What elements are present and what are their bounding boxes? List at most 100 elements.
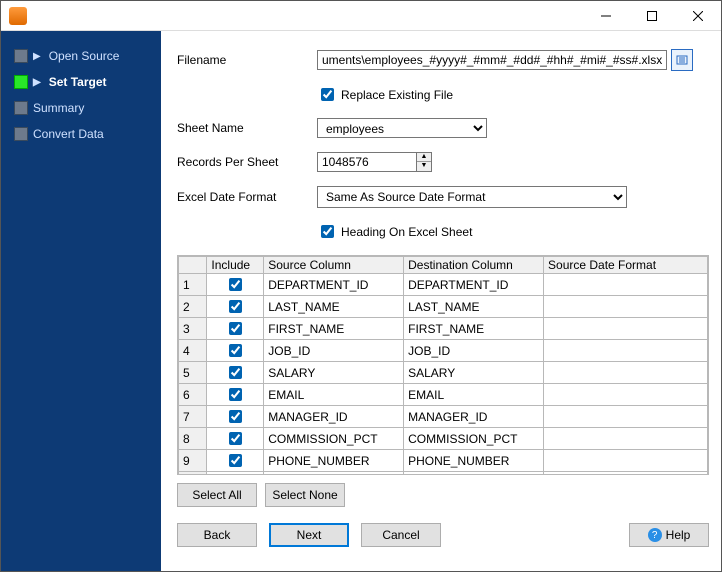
source-column-cell[interactable]: JOB_ID bbox=[264, 340, 404, 362]
include-cell[interactable] bbox=[207, 384, 264, 406]
source-column-cell[interactable]: EMAIL bbox=[264, 384, 404, 406]
destination-column-cell[interactable]: PHONE_NUMBER bbox=[404, 450, 544, 472]
row-number: 5 bbox=[179, 362, 207, 384]
row-number: 10 bbox=[179, 472, 207, 476]
include-checkbox[interactable] bbox=[229, 278, 242, 291]
include-cell[interactable] bbox=[207, 362, 264, 384]
include-checkbox[interactable] bbox=[229, 432, 242, 445]
include-cell[interactable] bbox=[207, 472, 264, 476]
include-cell[interactable] bbox=[207, 428, 264, 450]
destination-column-cell[interactable]: DEPARTMENT_ID bbox=[404, 274, 544, 296]
maximize-icon bbox=[647, 11, 657, 21]
title-bar bbox=[1, 1, 721, 31]
include-checkbox[interactable] bbox=[229, 344, 242, 357]
sidebar-item-set-target[interactable]: ▶Set Target bbox=[1, 69, 161, 95]
select-none-button[interactable]: Select None bbox=[265, 483, 345, 507]
wizard-window: ▶Open Source▶Set TargetSummaryConvert Da… bbox=[0, 0, 722, 572]
next-button[interactable]: Next bbox=[269, 523, 349, 547]
table-row: 2LAST_NAMELAST_NAME bbox=[179, 296, 708, 318]
table-row: 10 EMPLOYEE_IDEMPLOYEE_ID bbox=[179, 472, 708, 476]
minimize-button[interactable] bbox=[583, 1, 629, 31]
column-header[interactable]: Source Date Format bbox=[544, 257, 708, 274]
destination-column-cell[interactable]: COMMISSION_PCT bbox=[404, 428, 544, 450]
back-button[interactable]: Back bbox=[177, 523, 257, 547]
include-cell[interactable] bbox=[207, 340, 264, 362]
help-icon: ? bbox=[648, 528, 662, 542]
destination-column-cell[interactable]: LAST_NAME bbox=[404, 296, 544, 318]
row-number: 7 bbox=[179, 406, 207, 428]
chevron-right-icon: ▶ bbox=[33, 51, 41, 62]
chevron-right-icon: ▶ bbox=[33, 77, 41, 88]
destination-column-cell[interactable]: FIRST_NAME bbox=[404, 318, 544, 340]
sidebar-item-summary[interactable]: Summary bbox=[1, 95, 161, 121]
help-button[interactable]: ? Help bbox=[629, 523, 709, 547]
include-cell[interactable] bbox=[207, 318, 264, 340]
source-column-cell[interactable]: SALARY bbox=[264, 362, 404, 384]
records-per-sheet-spinner[interactable]: ▲ ▼ bbox=[317, 152, 432, 172]
column-header[interactable]: Destination Column bbox=[404, 257, 544, 274]
replace-existing-checkbox[interactable] bbox=[321, 88, 334, 101]
source-date-format-cell[interactable] bbox=[544, 340, 708, 362]
column-header[interactable]: Source Column bbox=[264, 257, 404, 274]
source-date-format-cell[interactable] bbox=[544, 362, 708, 384]
minimize-icon bbox=[601, 11, 611, 21]
maximize-button[interactable] bbox=[629, 1, 675, 31]
table-row: 3 FIRST_NAMEFIRST_NAME bbox=[179, 318, 708, 340]
heading-on-sheet-checkbox[interactable] bbox=[321, 225, 334, 238]
column-header[interactable] bbox=[179, 257, 207, 274]
browse-button[interactable] bbox=[671, 49, 693, 71]
include-cell[interactable] bbox=[207, 450, 264, 472]
include-checkbox[interactable] bbox=[229, 366, 242, 379]
include-cell[interactable] bbox=[207, 296, 264, 318]
include-cell[interactable] bbox=[207, 406, 264, 428]
row-number: 9 bbox=[179, 450, 207, 472]
destination-column-cell[interactable]: EMAIL bbox=[404, 384, 544, 406]
row-number: 3 bbox=[179, 318, 207, 340]
select-all-button[interactable]: Select All bbox=[177, 483, 257, 507]
wizard-sidebar: ▶Open Source▶Set TargetSummaryConvert Da… bbox=[1, 31, 161, 571]
source-column-cell[interactable]: EMPLOYEE_ID bbox=[264, 472, 404, 476]
spin-down-icon[interactable]: ▼ bbox=[417, 162, 431, 171]
spinner-arrows[interactable]: ▲ ▼ bbox=[417, 152, 432, 172]
sidebar-item-convert-data[interactable]: Convert Data bbox=[1, 121, 161, 147]
source-column-cell[interactable]: FIRST_NAME bbox=[264, 318, 404, 340]
column-header[interactable]: Include bbox=[207, 257, 264, 274]
sheet-name-label: Sheet Name bbox=[177, 121, 317, 135]
source-date-format-cell[interactable] bbox=[544, 384, 708, 406]
include-checkbox[interactable] bbox=[229, 454, 242, 467]
table-row: 1DEPARTMENT_IDDEPARTMENT_ID bbox=[179, 274, 708, 296]
destination-column-cell[interactable]: EMPLOYEE_ID bbox=[404, 472, 544, 476]
spin-up-icon[interactable]: ▲ bbox=[417, 153, 431, 162]
replace-existing-label: Replace Existing File bbox=[341, 88, 453, 102]
source-date-format-cell[interactable] bbox=[544, 318, 708, 340]
excel-date-format-select[interactable]: Same As Source Date Format bbox=[317, 186, 627, 208]
source-date-format-cell[interactable] bbox=[544, 472, 708, 476]
cancel-button[interactable]: Cancel bbox=[361, 523, 441, 547]
sidebar-item-open-source[interactable]: ▶Open Source bbox=[1, 43, 161, 69]
source-date-format-cell[interactable] bbox=[544, 274, 708, 296]
destination-column-cell[interactable]: MANAGER_ID bbox=[404, 406, 544, 428]
source-column-cell[interactable]: DEPARTMENT_ID bbox=[264, 274, 404, 296]
sheet-name-select[interactable]: employees bbox=[317, 118, 487, 138]
source-date-format-cell[interactable] bbox=[544, 450, 708, 472]
source-date-format-cell[interactable] bbox=[544, 296, 708, 318]
help-button-label: Help bbox=[666, 528, 691, 542]
destination-column-cell[interactable]: SALARY bbox=[404, 362, 544, 384]
columns-grid: IncludeSource ColumnDestination ColumnSo… bbox=[177, 255, 709, 475]
source-column-cell[interactable]: LAST_NAME bbox=[264, 296, 404, 318]
include-checkbox[interactable] bbox=[229, 410, 242, 423]
source-column-cell[interactable]: COMMISSION_PCT bbox=[264, 428, 404, 450]
include-checkbox[interactable] bbox=[229, 388, 242, 401]
include-checkbox[interactable] bbox=[229, 300, 242, 313]
close-button[interactable] bbox=[675, 1, 721, 31]
destination-column-cell[interactable]: JOB_ID bbox=[404, 340, 544, 362]
folder-icon bbox=[675, 53, 689, 67]
source-date-format-cell[interactable] bbox=[544, 428, 708, 450]
source-column-cell[interactable]: MANAGER_ID bbox=[264, 406, 404, 428]
records-per-sheet-input[interactable] bbox=[317, 152, 417, 172]
include-checkbox[interactable] bbox=[229, 322, 242, 335]
source-column-cell[interactable]: PHONE_NUMBER bbox=[264, 450, 404, 472]
include-cell[interactable] bbox=[207, 274, 264, 296]
source-date-format-cell[interactable] bbox=[544, 406, 708, 428]
filename-input[interactable] bbox=[317, 50, 667, 70]
